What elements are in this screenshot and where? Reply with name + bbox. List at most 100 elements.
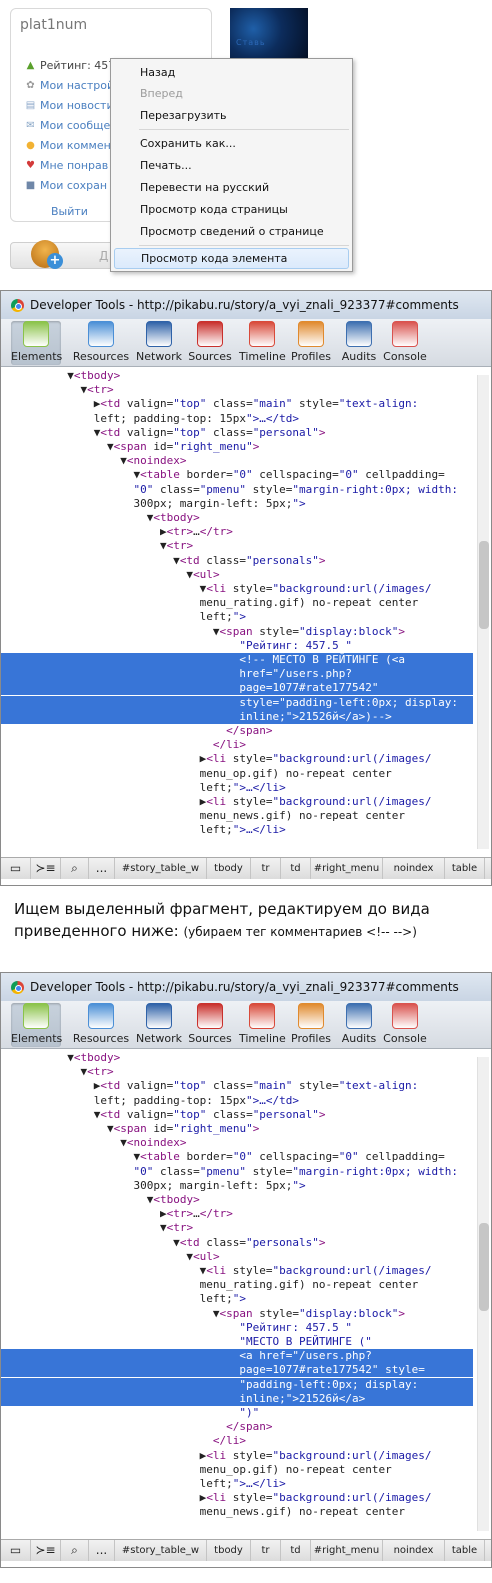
dom-node-line[interactable]: ▼<li style="background:url(/images/ (1, 582, 473, 596)
console-toggle-icon[interactable]: ≻≡ (31, 1540, 61, 1561)
dom-node-line[interactable]: "0" class="pmenu" style="margin-right:0p… (1, 483, 473, 497)
tab-timeline[interactable]: Timeline (239, 1003, 286, 1047)
breadcrumb-ellipsis[interactable]: ... (89, 1540, 115, 1561)
dom-node-line[interactable]: ▶<td valign="top" class="main" style="te… (1, 397, 473, 411)
dom-node-line[interactable]: left;">…</li> (1, 781, 473, 795)
dom-node-line[interactable]: ▼<td class="personals"> (1, 1236, 473, 1250)
dom-node-line[interactable]: left;">…</li> (1, 1477, 473, 1491)
dock-icon[interactable]: ▭ (1, 858, 31, 879)
dom-node-line[interactable]: ▶<li style="background:url(/images/ (1, 1491, 473, 1505)
tab-console[interactable]: Console (383, 1003, 427, 1047)
dom-node-line[interactable]: left;">…</li> (1, 823, 473, 837)
breadcrumb-item[interactable]: #story_table_w (115, 1540, 207, 1561)
scroll-thumb[interactable] (479, 541, 489, 629)
dom-node-line[interactable]: ▼<tbody> (1, 1051, 473, 1065)
dom-node-line[interactable]: left; padding-top: 15px">…</td> (1, 1094, 473, 1108)
dom-node-line[interactable]: ▼<table border="0" cellspacing="0" cellp… (1, 468, 473, 482)
menu-forward[interactable]: Вперед (114, 83, 349, 104)
dom-node-line[interactable]: menu_op.gif) no-repeat center (1, 767, 473, 781)
dom-node-line[interactable]: ▼<ul> (1, 1250, 473, 1264)
tab-audits[interactable]: Audits (339, 1003, 379, 1047)
dom-node-line[interactable]: ▼<noindex> (1, 454, 473, 468)
console-toggle-icon[interactable]: ≻≡ (31, 858, 61, 879)
breadcrumb-item[interactable]: table (445, 1540, 485, 1561)
dom-node-line[interactable]: left; padding-top: 15px">…</td> (1, 412, 473, 426)
dom-node-line[interactable]: ▼<td valign="top" class="personal"> (1, 426, 473, 440)
breadcrumb-ellipsis[interactable]: ... (89, 858, 115, 879)
dom-node-line[interactable]: 300px; margin-left: 5px;"> (1, 1179, 473, 1193)
dom-node-line[interactable]: left;"> (1, 1292, 473, 1306)
avatar[interactable]: Ставь (230, 8, 308, 60)
dom-node-line[interactable]: ▼<tr> (1, 1221, 473, 1235)
selected-node-line[interactable]: "padding-left:0px; display: (1, 1377, 473, 1392)
breadcrumb-item[interactable]: tr (251, 858, 281, 879)
elements-tree[interactable]: ▼<tbody> ▼<tr> ▶<td valign="top" class="… (1, 367, 491, 855)
selected-node-line[interactable]: <a href="/users.php? (1, 1349, 473, 1364)
scroll-thumb[interactable] (479, 1223, 489, 1311)
elements-scrollbar[interactable] (477, 375, 489, 849)
dom-node-line[interactable]: </span> (1, 1420, 473, 1434)
tab-resources[interactable]: Resources (71, 321, 131, 365)
menu-save-as[interactable]: Сохранить как... (114, 133, 349, 154)
dom-node-line[interactable]: "0" class="pmenu" style="margin-right:0p… (1, 1165, 473, 1179)
dom-node-line[interactable]: menu_op.gif) no-repeat center (1, 1463, 473, 1477)
dom-node-line[interactable]: ")" (1, 1406, 473, 1420)
menu-print[interactable]: Печать... (114, 155, 349, 176)
logout-link[interactable]: Выйти (51, 205, 88, 218)
selected-node-line[interactable]: <!-- МЕСТО В РЕЙТИНГЕ (<a (1, 653, 473, 667)
dom-node-line[interactable]: "МЕСТО В РЕЙТИНГЕ (" (1, 1335, 473, 1349)
dom-node-line[interactable]: ▼<ul> (1, 568, 473, 582)
tab-sources[interactable]: Sources (186, 321, 234, 365)
selected-node-line[interactable]: page=1077#rate177542" style= (1, 1363, 473, 1378)
selected-node-line[interactable]: style="padding-left:0px; display: (1, 695, 473, 710)
dom-node-line[interactable]: </li> (1, 1434, 473, 1448)
dom-node-line[interactable]: ▼<noindex> (1, 1136, 473, 1150)
dom-node-line[interactable]: 300px; margin-left: 5px;"> (1, 497, 473, 511)
dom-node-line[interactable]: </span> (1, 724, 473, 738)
dom-node-line[interactable]: ▶<tr>…</tr> (1, 1207, 473, 1221)
breadcrumb-item[interactable]: tr (251, 1540, 281, 1561)
selected-node-line[interactable]: inline;">21526й</a>)--> (1, 709, 473, 724)
dom-node-line[interactable]: "Рейтинг: 457.5 " (1, 639, 473, 653)
dom-node-line[interactable]: ▼<span id="right_menu"> (1, 1122, 473, 1136)
tab-resources[interactable]: Resources (71, 1003, 131, 1047)
dom-node-line[interactable]: ▶<li style="background:url(/images/ (1, 795, 473, 809)
tab-elements[interactable]: Elements (11, 321, 62, 365)
breadcrumb-item[interactable]: tbody (207, 858, 251, 879)
dom-node-line[interactable]: ▼<span id="right_menu"> (1, 440, 473, 454)
dom-node-line[interactable]: ▼<tr> (1, 383, 473, 397)
dom-node-line[interactable]: ▼<td class="personals"> (1, 554, 473, 568)
tab-console[interactable]: Console (383, 321, 427, 365)
tab-network[interactable]: Network (136, 321, 182, 365)
dom-node-line[interactable]: menu_rating.gif) no-repeat center (1, 596, 473, 610)
dom-node-line[interactable]: ▼<tr> (1, 1065, 473, 1079)
menu-inspect-element[interactable]: Просмотр кода элемента (114, 248, 349, 269)
tab-sources[interactable]: Sources (186, 1003, 234, 1047)
breadcrumb-item[interactable]: #story_table_w (115, 858, 207, 879)
breadcrumb-item[interactable]: td (281, 1540, 311, 1561)
dom-node-line[interactable]: ▼<tbody> (1, 369, 473, 383)
dom-node-line[interactable]: ▼<tbody> (1, 1193, 473, 1207)
tab-profiles[interactable]: Profiles (289, 1003, 333, 1047)
inspect-search-icon[interactable]: ⌕ (61, 858, 89, 879)
breadcrumb-item[interactable]: tbody (207, 1540, 251, 1561)
breadcrumb-item[interactable]: noindex (383, 858, 445, 879)
dom-node-line[interactable]: ▼<td valign="top" class="personal"> (1, 1108, 473, 1122)
dom-node-line[interactable]: menu_news.gif) no-repeat center (1, 1505, 473, 1519)
inspect-search-icon[interactable]: ⌕ (61, 1540, 89, 1561)
dom-node-line[interactable]: ▼<span style="display:block"> (1, 625, 473, 639)
breadcrumb-item[interactable]: #right_menu (311, 858, 383, 879)
dom-node-line[interactable]: ▶<tr>…</tr> (1, 525, 473, 539)
dom-node-line[interactable]: menu_rating.gif) no-repeat center (1, 1278, 473, 1292)
breadcrumb-item[interactable]: td (281, 858, 311, 879)
selected-node-line[interactable]: href="/users.php? (1, 667, 473, 682)
dom-node-line[interactable]: ▼<tr> (1, 539, 473, 553)
tab-audits[interactable]: Audits (339, 321, 379, 365)
elements-scrollbar[interactable] (477, 1057, 489, 1531)
dom-node-line[interactable]: ▶<li style="background:url(/images/ (1, 1449, 473, 1463)
dom-node-line[interactable]: left;"> (1, 610, 473, 624)
dom-node-line[interactable]: ▶<td valign="top" class="main" style="te… (1, 1079, 473, 1093)
breadcrumb-item[interactable]: #right_menu (311, 1540, 383, 1561)
dom-node-line[interactable]: ▼<tbody> (1, 511, 473, 525)
selected-node-line[interactable]: page=1077#rate177542" (1, 681, 473, 696)
